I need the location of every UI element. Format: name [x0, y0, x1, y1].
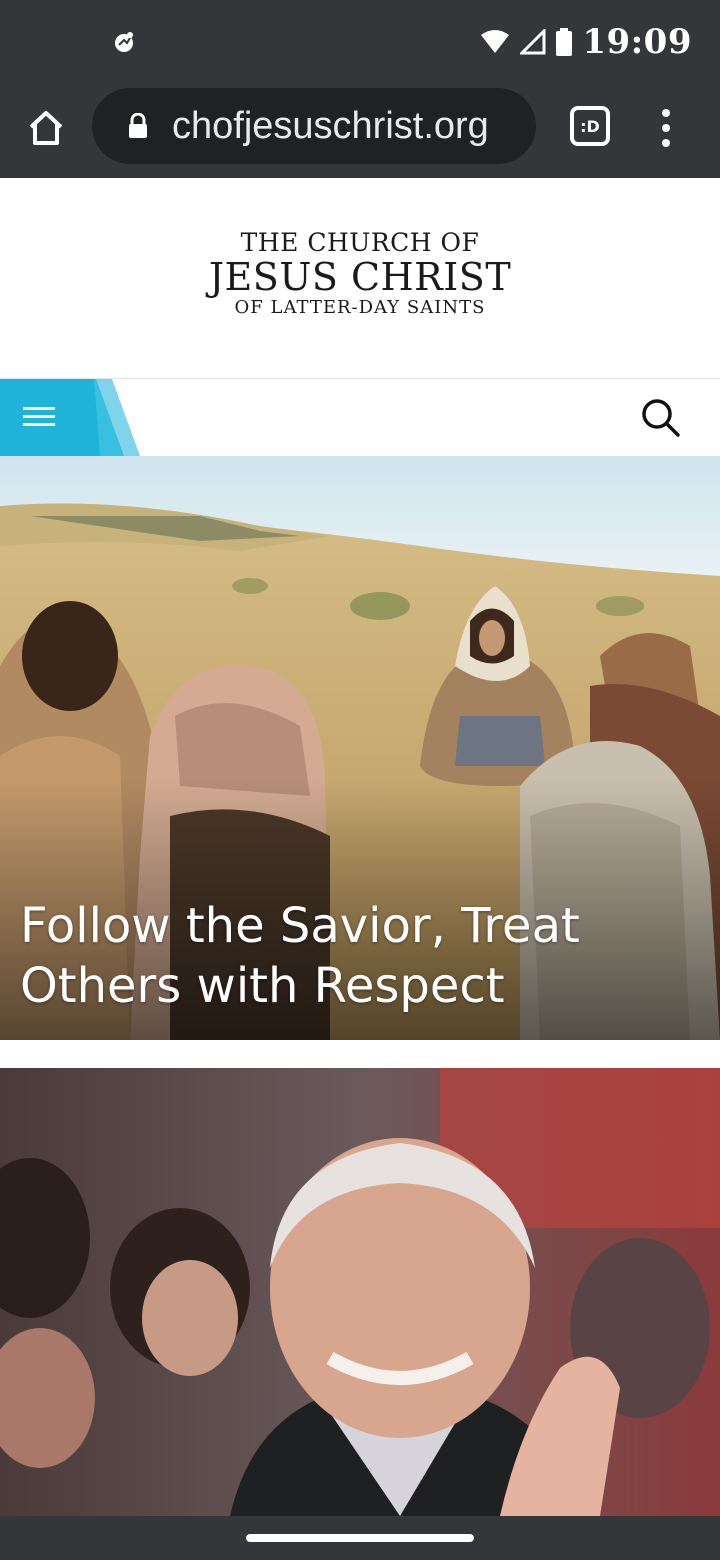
home-button[interactable] [22, 104, 70, 152]
search-button[interactable] [640, 397, 682, 439]
site-header: THE CHURCH OF JESUS CHRIST OF LATTER-DAY… [0, 178, 720, 378]
overflow-menu-icon [662, 109, 670, 117]
home-gesture-handle[interactable] [246, 1534, 474, 1542]
address-bar[interactable]: chofjesuschrist.org [92, 88, 536, 164]
article-card[interactable] [0, 1068, 720, 1516]
logo-line-1: THE CHURCH OF [240, 228, 480, 257]
battery-icon [556, 28, 573, 56]
status-time: 19:09 [582, 22, 692, 62]
article-photo [0, 1068, 720, 1516]
cell-signal-icon [520, 29, 546, 55]
status-bar: 19:09 [0, 0, 720, 84]
app-notification-icon [115, 32, 133, 52]
overflow-menu-dot [662, 124, 670, 132]
overflow-menu-dot [662, 139, 670, 147]
hero-title[interactable]: Follow the Savior, Treat Others with Res… [20, 896, 620, 1016]
menu-button[interactable] [0, 379, 150, 456]
url-text[interactable]: chofjesuschrist.org [172, 105, 489, 148]
tabs-icon: :D [580, 116, 600, 136]
search-icon [642, 399, 680, 437]
system-navigation-bar [0, 1516, 720, 1560]
status-icons: 19:09 [480, 18, 692, 66]
site-nav-bar [0, 378, 720, 456]
section-divider [0, 1040, 720, 1068]
hamburger-menu-icon [0, 379, 140, 456]
lock-icon [126, 112, 150, 140]
hero-article[interactable]: Follow the Savior, Treat Others with Res… [0, 456, 720, 1040]
home-icon [29, 111, 63, 145]
logo-line-2: JESUS CHRIST [208, 255, 512, 299]
tabs-button[interactable]: :D [570, 106, 610, 146]
wifi-icon [481, 30, 510, 53]
browser-toolbar: chofjesuschrist.org :D [0, 84, 720, 178]
logo-line-3: OF LATTER-DAY SAINTS [234, 297, 486, 318]
overflow-menu-button[interactable] [654, 104, 678, 152]
church-logo[interactable]: THE CHURCH OF JESUS CHRIST OF LATTER-DAY… [0, 228, 720, 320]
